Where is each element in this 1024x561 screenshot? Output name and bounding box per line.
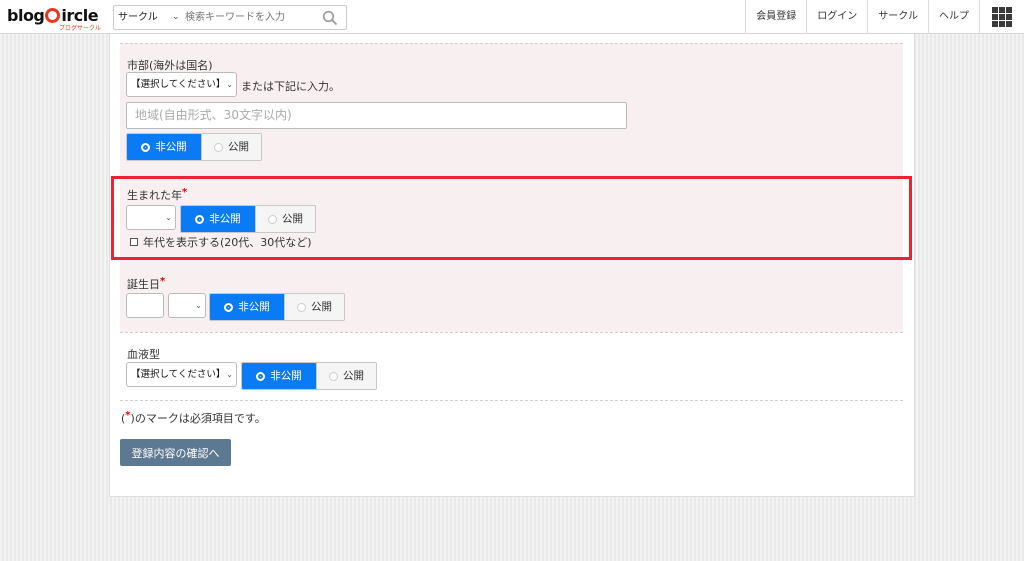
birthday-label: 誕生日*	[127, 276, 166, 291]
city-select[interactable]: 【選択してください】 ⌄	[126, 72, 237, 97]
chevron-down-icon: ⌄	[226, 80, 233, 89]
radio-empty-icon	[329, 371, 338, 381]
nav-register[interactable]: 会員登録	[745, 0, 806, 33]
birth-month-select[interactable]	[126, 293, 164, 318]
blood-type-public-option[interactable]: 公開	[316, 363, 376, 389]
city-privacy-toggle: 非公開 公開	[126, 133, 262, 161]
site-logo[interactable]: blog ircle ブログサークル	[7, 6, 101, 32]
divider	[120, 43, 903, 44]
chevron-down-icon: ⌄	[195, 301, 202, 310]
radio-empty-icon	[297, 302, 306, 312]
logo-q-icon	[45, 8, 61, 23]
birthday-private-option[interactable]: 非公開	[210, 294, 284, 320]
birthday-public-option[interactable]: 公開	[284, 294, 344, 320]
birthday-privacy-toggle: 非公開 公開	[209, 293, 345, 321]
confirm-registration-button[interactable]: 登録内容の確認へ	[120, 439, 231, 466]
chevron-down-icon: ⌄	[226, 370, 233, 379]
radio-selected-icon	[224, 302, 234, 312]
divider	[120, 332, 903, 333]
required-note: (*)のマークは必須項目です。	[121, 410, 266, 425]
search-bar: サークル ⌄	[113, 5, 347, 30]
blood-type-select[interactable]: 【選択してください】 ⌄	[126, 362, 237, 387]
search-category-select[interactable]: サークル	[118, 6, 158, 29]
radio-empty-icon	[214, 142, 223, 152]
radio-selected-icon	[256, 371, 266, 381]
radio-selected-icon	[141, 142, 151, 152]
birth-day-select[interactable]: ⌄	[168, 293, 206, 318]
highlight-box	[111, 176, 912, 260]
logo-subtitle: ブログサークル	[59, 25, 101, 32]
site-header: blogircle ブログサークル サークル ⌄ 会員登録 ログイン サークル …	[0, 0, 1024, 34]
nav-login[interactable]: ログイン	[806, 0, 867, 33]
blood-type-privacy-toggle: 非公開 公開	[241, 362, 377, 390]
header-nav: 会員登録 ログイン サークル ヘルプ	[745, 0, 1024, 33]
search-icon[interactable]	[322, 10, 338, 26]
city-public-option[interactable]: 公開	[201, 134, 261, 160]
city-label: 市部(海外は国名)	[127, 59, 213, 72]
nav-circle[interactable]: サークル	[867, 0, 928, 33]
region-input[interactable]: 地域(自由形式、30文字以内)	[126, 102, 627, 129]
blood-type-label: 血液型	[127, 348, 160, 361]
nav-help[interactable]: ヘルプ	[928, 0, 979, 33]
apps-grid-icon[interactable]	[979, 0, 1024, 33]
city-private-option[interactable]: 非公開	[127, 134, 201, 160]
city-or-text: または下記に入力。	[241, 80, 340, 93]
search-input[interactable]	[185, 9, 320, 25]
blood-type-private-option[interactable]: 非公開	[242, 363, 316, 389]
required-mark: *	[160, 276, 166, 287]
divider	[120, 400, 903, 401]
chevron-down-icon[interactable]: ⌄	[172, 6, 180, 29]
